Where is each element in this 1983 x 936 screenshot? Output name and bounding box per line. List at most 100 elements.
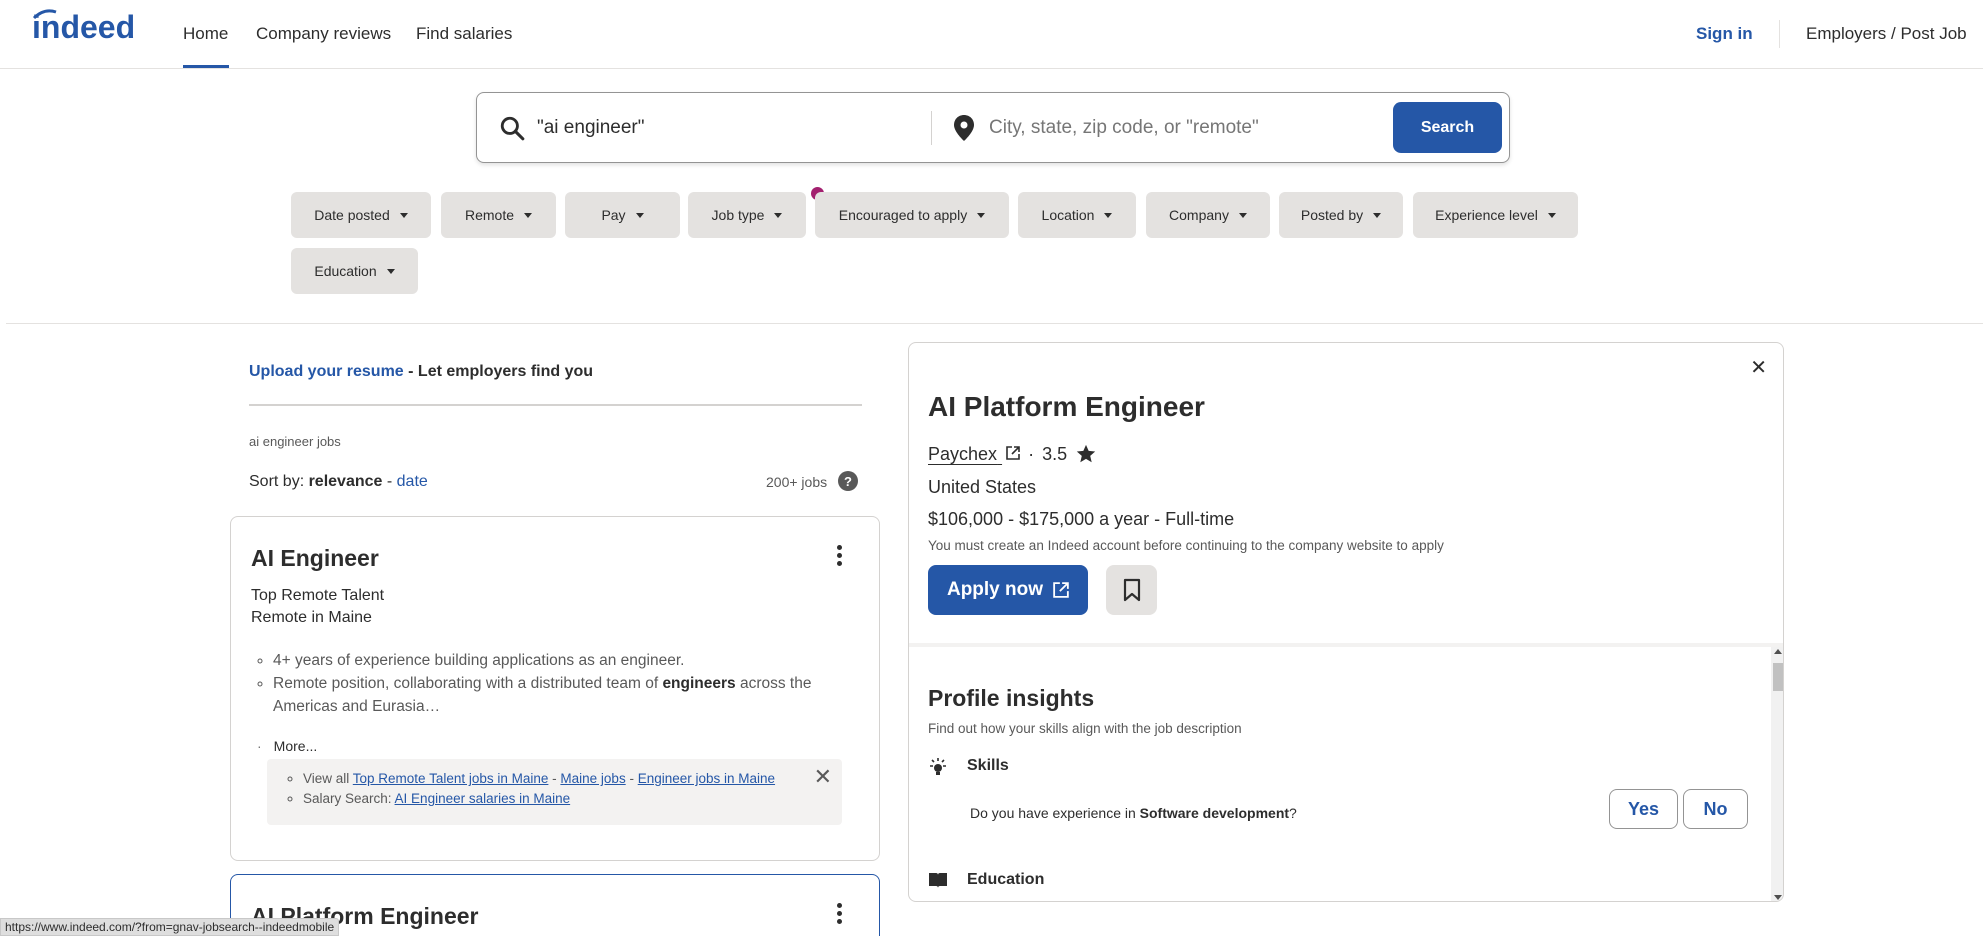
upload-resume-text: - Let employers find you (403, 363, 594, 380)
filter-remote[interactable]: Remote (441, 192, 556, 238)
filter-label: Location (1041, 207, 1095, 223)
job-card[interactable]: AI Engineer Top Remote Talent Remote in … (230, 516, 880, 861)
filter-label: Job type (711, 207, 765, 223)
apply-now-button[interactable]: Apply now (928, 565, 1088, 615)
sort-by: Sort by: relevance - date (249, 473, 428, 491)
related-link[interactable]: Engineer jobs in Maine (638, 771, 775, 786)
apply-note: You must create an Indeed account before… (928, 538, 1444, 553)
related-link[interactable]: Top Remote Talent jobs in Maine (353, 771, 549, 786)
location-pin-icon (954, 115, 974, 141)
filter-label: Education (314, 263, 377, 279)
svg-text:indeed: indeed (32, 9, 135, 45)
filter-posted-by[interactable]: Posted by (1279, 192, 1403, 238)
caret-down-icon (635, 212, 644, 218)
company-name: Top Remote Talent (251, 587, 385, 604)
filter-label: Experience level (1435, 207, 1538, 223)
indeed-logo[interactable]: indeed (30, 6, 154, 46)
book-icon (929, 873, 947, 888)
where-location-input[interactable] (989, 109, 1369, 147)
sort-date-link[interactable]: date (397, 473, 428, 490)
external-link-icon (1006, 445, 1020, 460)
insights-title: Profile insights (928, 685, 1095, 711)
filter-pay[interactable]: Pay (565, 192, 680, 238)
yes-button[interactable]: Yes (1609, 789, 1678, 829)
filter-encouraged-to-apply[interactable]: Encouraged to apply (815, 192, 1009, 238)
upload-resume-link[interactable]: Upload your resume (249, 363, 404, 380)
left-divider (249, 404, 862, 406)
help-icon[interactable]: ? (838, 471, 858, 491)
top-header: indeed Home Company reviews Find salarie… (0, 0, 1983, 69)
search-divider (931, 111, 932, 145)
filter-label: Pay (601, 207, 626, 223)
insights-subtitle: Find out how your skills align with the … (928, 721, 1242, 736)
related-link[interactable]: Maine jobs (560, 771, 625, 786)
no-button[interactable]: No (1683, 789, 1748, 829)
scroll-up-icon[interactable] (1774, 649, 1782, 654)
status-bar-url: https://www.indeed.com/?from=gnav-jobsea… (0, 918, 340, 936)
scrollbar[interactable] (1771, 647, 1783, 901)
upload-resume-banner: Upload your resume - Let employers find … (249, 363, 593, 381)
employers-post-job-link[interactable]: Employers / Post Job (1806, 24, 1967, 44)
job-snippet: 4+ years of experience building applicat… (251, 649, 851, 718)
snippet-item: Remote position, collaborating with a di… (273, 672, 851, 718)
filter-label: Posted by (1300, 207, 1364, 223)
filter-label: Company (1169, 207, 1229, 223)
nav-find-salaries[interactable]: Find salaries (416, 24, 512, 44)
job-count: 200+ jobs (766, 474, 828, 490)
caret-down-icon (977, 212, 986, 218)
scroll-thumb[interactable] (1773, 663, 1783, 691)
nav-active-indicator (183, 65, 229, 68)
caret-down-icon (1104, 212, 1113, 218)
job-search-bar: Search (476, 92, 1510, 163)
star-icon (1076, 444, 1096, 463)
what-search-input[interactable] (537, 109, 907, 147)
more-options-icon[interactable] (837, 903, 843, 927)
filter-label: Date posted (314, 207, 390, 223)
filter-location[interactable]: Location (1018, 192, 1136, 238)
caret-down-icon (524, 212, 533, 218)
more-link[interactable]: · More... (257, 738, 317, 754)
results-caption: ai engineer jobs (249, 434, 341, 449)
skills-heading: Skills (967, 757, 1009, 774)
filter-label: Remote (464, 207, 515, 223)
job-detail-panel: ✕ AI Platform Engineer Paychex · 3.5 Uni… (908, 342, 1784, 902)
related-link[interactable]: AI Engineer salaries in Maine (395, 791, 571, 806)
scroll-down-icon[interactable] (1774, 895, 1782, 900)
close-icon[interactable]: ✕ (814, 766, 832, 788)
bookmark-icon (1123, 578, 1140, 602)
nav-company-reviews[interactable]: Company reviews (256, 24, 391, 44)
filters-divider (6, 323, 1983, 324)
detail-job-title: AI Platform Engineer (928, 391, 1205, 422)
filter-date-posted[interactable]: Date posted (291, 192, 431, 238)
filter-job-type[interactable]: Job type (688, 192, 806, 238)
sort-label: Sort by: (249, 473, 309, 490)
header-divider (1779, 20, 1780, 48)
caret-down-icon (1238, 212, 1247, 218)
caret-down-icon (399, 212, 408, 218)
filter-experience-level[interactable]: Experience level (1413, 192, 1578, 238)
search-icon (500, 116, 525, 141)
separator-dot: · (1028, 443, 1035, 464)
external-link-icon (1053, 582, 1069, 598)
related-item: Salary Search: AI Engineer salaries in M… (303, 789, 842, 809)
filter-education[interactable]: Education (291, 248, 418, 294)
sort-separator: - (382, 473, 397, 490)
save-job-button[interactable] (1106, 565, 1157, 615)
company-link[interactable]: Paychex (928, 444, 1020, 465)
company-row: Paychex · 3.5 (928, 443, 1097, 465)
nav-home[interactable]: Home (183, 24, 228, 44)
filter-company[interactable]: Company (1146, 192, 1270, 238)
more-options-icon[interactable] (837, 545, 843, 569)
search-button[interactable]: Search (1393, 102, 1502, 153)
skill-question: Do you have experience in Software devel… (970, 805, 1297, 821)
detail-location: United States (928, 477, 1037, 497)
caret-down-icon (1373, 212, 1382, 218)
caret-down-icon (774, 212, 783, 218)
education-heading: Education (967, 871, 1045, 888)
lightbulb-icon (930, 758, 946, 775)
job-location: Remote in Maine (251, 609, 372, 626)
sort-relevance[interactable]: relevance (309, 473, 383, 490)
sign-in-link[interactable]: Sign in (1696, 24, 1753, 44)
close-icon[interactable]: ✕ (1750, 355, 1767, 380)
job-title[interactable]: AI Engineer (251, 545, 379, 572)
